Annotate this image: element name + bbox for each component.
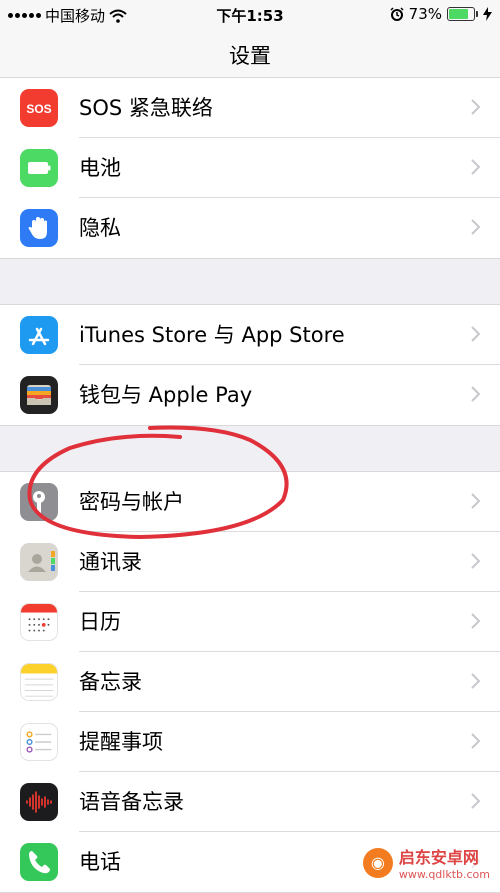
settings-row-privacy[interactable]: 隐私 <box>0 198 500 258</box>
key-icon <box>20 483 58 521</box>
settings-row-wallet[interactable]: 钱包与 Apple Pay <box>0 365 500 425</box>
contacts-icon <box>20 543 58 581</box>
notes-icon <box>20 663 58 701</box>
settings-row-label: 电话 <box>79 850 121 874</box>
settings-row-passwords[interactable]: 密码与帐户 <box>0 472 500 532</box>
settings-row-label: 日历 <box>79 610 121 634</box>
settings-row-label: 提醒事项 <box>79 730 163 754</box>
chevron-right-icon <box>471 733 480 749</box>
settings-row-label: 密码与帐户 <box>79 490 184 514</box>
watermark-name: 启东安卓网 <box>398 848 479 867</box>
watermark-android-icon: ◉ <box>362 847 393 878</box>
settings-row-notes[interactable]: 备忘录 <box>0 652 500 712</box>
svg-text:SOS: SOS <box>26 102 51 116</box>
chevron-right-icon <box>471 326 480 342</box>
chevron-right-icon <box>471 613 480 629</box>
battery-indicator-icon <box>447 7 475 21</box>
charging-bolt-icon <box>483 7 492 21</box>
voice-memos-icon <box>20 783 58 821</box>
reminders-icon <box>20 723 58 761</box>
chevron-right-icon <box>471 386 480 402</box>
settings-row-voice-memos[interactable]: 语音备忘录 <box>0 772 500 832</box>
wallet-icon <box>20 376 58 414</box>
settings-group-1: SOS SOS 紧急联络 电池 隐私 <box>0 77 500 259</box>
settings-group-2: iTunes Store 与 App Store 钱包与 Apple Pay <box>0 304 500 426</box>
settings-row-label: iTunes Store 与 App Store <box>79 323 345 347</box>
chevron-right-icon <box>471 493 480 509</box>
battery-icon <box>20 149 58 187</box>
chevron-right-icon <box>471 553 480 569</box>
settings-row-label: 钱包与 Apple Pay <box>79 383 253 407</box>
settings-group-3: 密码与帐户 通讯录 日历 备忘录 提醒事项 语音备忘录 电话 <box>0 471 500 893</box>
chevron-right-icon <box>471 159 480 175</box>
privacy-hand-icon <box>20 209 58 247</box>
settings-row-contacts[interactable]: 通讯录 <box>0 532 500 592</box>
settings-row-reminders[interactable]: 提醒事项 <box>0 712 500 772</box>
watermark-logo: ◉ 启东安卓网 www.qdlktb.com <box>358 842 494 883</box>
calendar-icon <box>20 603 58 641</box>
settings-row-battery[interactable]: 电池 <box>0 138 500 198</box>
status-bar: 中国移动 下午1:53 73% <box>0 0 500 28</box>
sos-icon: SOS <box>20 89 58 127</box>
settings-row-label: SOS 紧急联络 <box>79 96 213 120</box>
settings-row-calendar[interactable]: 日历 <box>0 592 500 652</box>
settings-row-app-store[interactable]: iTunes Store 与 App Store <box>0 305 500 365</box>
battery-percent: 73% <box>408 5 442 23</box>
page-title: 设置 <box>229 44 271 68</box>
chevron-right-icon <box>471 793 480 809</box>
chevron-right-icon <box>471 673 480 689</box>
settings-row-label: 备忘录 <box>79 670 142 694</box>
settings-row-sos[interactable]: SOS SOS 紧急联络 <box>0 78 500 138</box>
chevron-right-icon <box>471 219 480 235</box>
settings-row-label: 电池 <box>79 156 121 180</box>
chevron-right-icon <box>471 99 480 115</box>
watermark-url: www.qdlktb.com <box>398 868 490 881</box>
settings-row-label: 隐私 <box>79 216 121 240</box>
status-right: 73% <box>390 5 492 23</box>
settings-row-label: 通讯录 <box>79 550 142 574</box>
alarm-icon <box>390 7 404 21</box>
app-store-icon <box>20 316 58 354</box>
settings-row-label: 语音备忘录 <box>79 790 184 814</box>
phone-icon <box>20 843 58 881</box>
